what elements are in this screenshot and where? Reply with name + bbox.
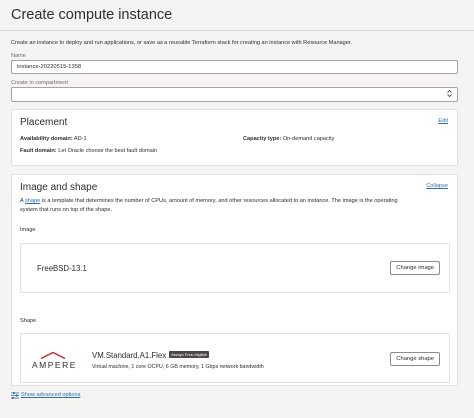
collapse-link[interactable]: Collapse [426,183,448,189]
shape-label: Shape [20,318,37,324]
show-advanced-options-link[interactable]: Show advanced options [21,392,80,398]
compartment-select[interactable] [11,87,458,102]
fault-domain: Fault domain: Let Oracle choose the best… [20,148,157,154]
shape-name: VM.Standard.A1.Flex [92,351,167,360]
compartment-label: Create in compartment [11,80,68,86]
intro-text: Create an instance to deploy and run app… [11,40,352,46]
shape-box: AMPERE VM.Standard.A1.Flex Always Free-e… [20,333,450,383]
change-image-button[interactable]: Change image [390,261,440,275]
desc-prefix: A [20,198,24,204]
availability-domain-label: Availability domain: [20,136,73,142]
capacity-type-label: Capacity type: [243,136,282,142]
ampere-logo: AMPERE [32,352,76,370]
availability-domain: Availability domain: AD-1 [20,136,87,142]
desc-line1: is a template that determines the number… [41,198,398,204]
capacity-type: Capacity type: On-demand capacity [243,136,334,142]
placement-title: Placement [20,117,68,128]
page-title: Create compute instance [11,7,173,23]
always-free-badge: Always Free-eligible [169,351,209,358]
image-shape-title: Image and shape [20,182,98,193]
ampere-mark-icon [41,352,65,359]
settings-sliders-icon [11,392,19,399]
placement-edit-link[interactable]: Edit [438,118,448,124]
image-label: Image [20,227,36,233]
name-input[interactable] [11,60,458,74]
title-divider [0,30,474,31]
fault-domain-value: Let Oracle choose the best fault domain [58,148,158,154]
capacity-type-value: On-demand capacity [282,136,335,142]
change-shape-button[interactable]: Change shape [390,352,440,366]
select-chevrons-icon [447,90,452,97]
placement-card: Placement Edit Availability domain: AD-1… [11,109,458,166]
image-box: FreeBSD-13.1 Change image [20,243,450,293]
name-label: Name [11,53,26,59]
ampere-wordmark: AMPERE [32,360,77,370]
shape-description: A shape is a template that determines th… [20,197,440,215]
shape-specs: Virtual machine, 1 core OCPU, 6 GB memor… [92,364,264,370]
shape-help-link[interactable]: shape [25,198,40,204]
fault-domain-label: Fault domain: [20,148,57,154]
availability-domain-value: AD-1 [73,136,87,142]
image-shape-card: Image and shape Collapse A shape is a te… [11,174,458,386]
desc-line2: system that runs on top of the shape. [20,207,113,213]
image-name: FreeBSD-13.1 [37,264,87,273]
